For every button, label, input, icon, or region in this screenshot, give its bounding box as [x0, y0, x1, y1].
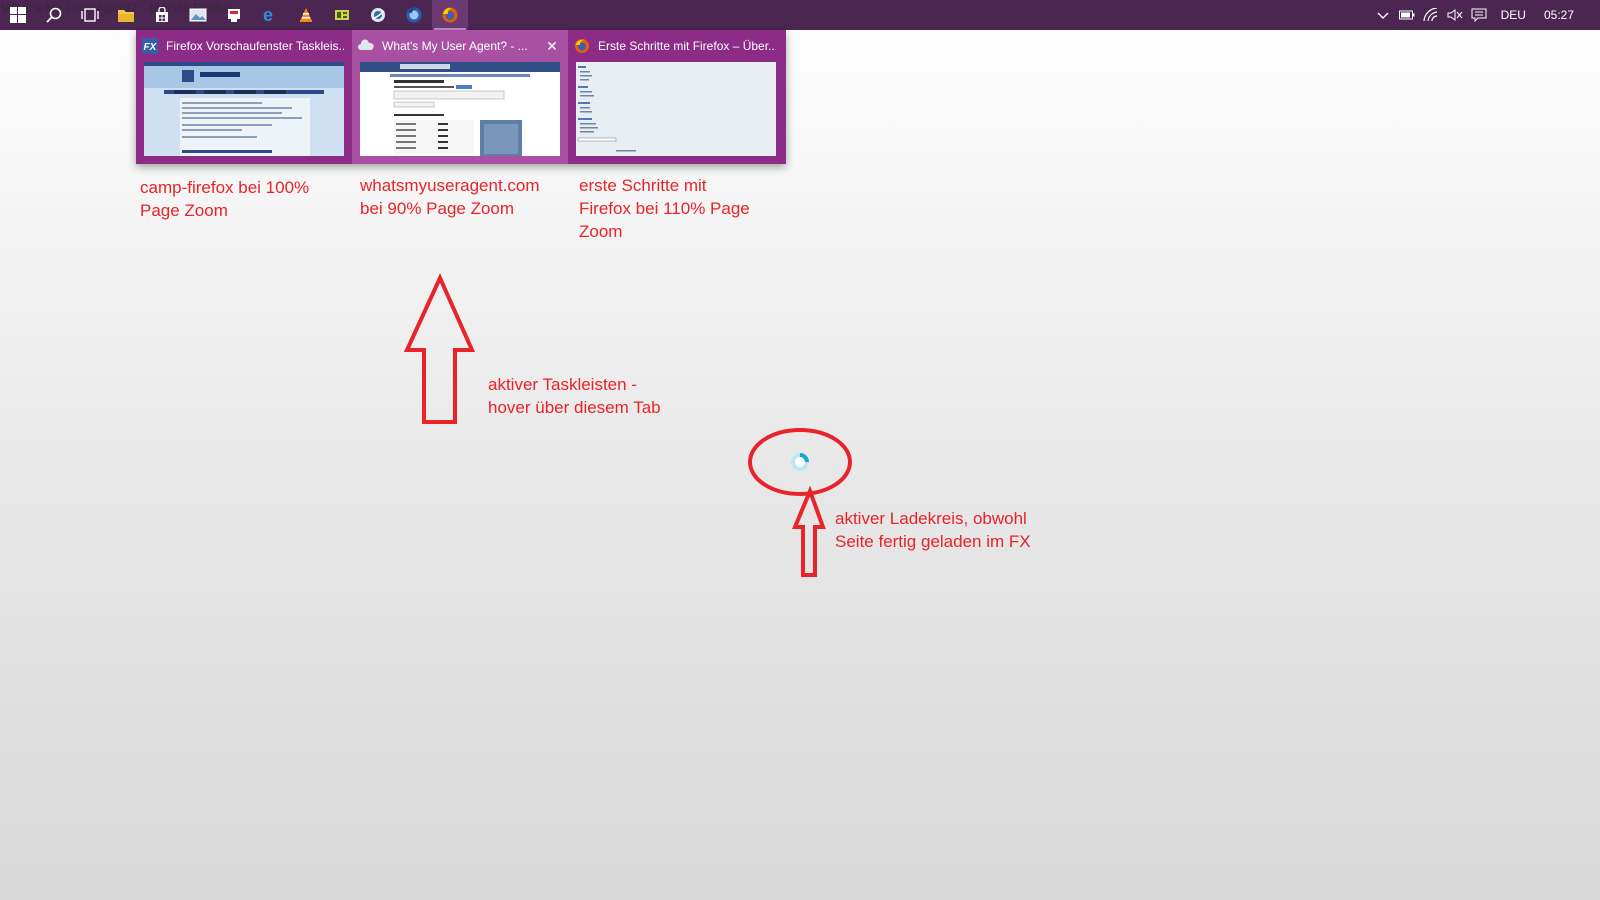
up-arrow-small	[792, 485, 826, 577]
up-arrow-large	[403, 273, 476, 424]
annotation-drawings	[403, 273, 852, 577]
loading-spinner-icon	[791, 453, 809, 471]
